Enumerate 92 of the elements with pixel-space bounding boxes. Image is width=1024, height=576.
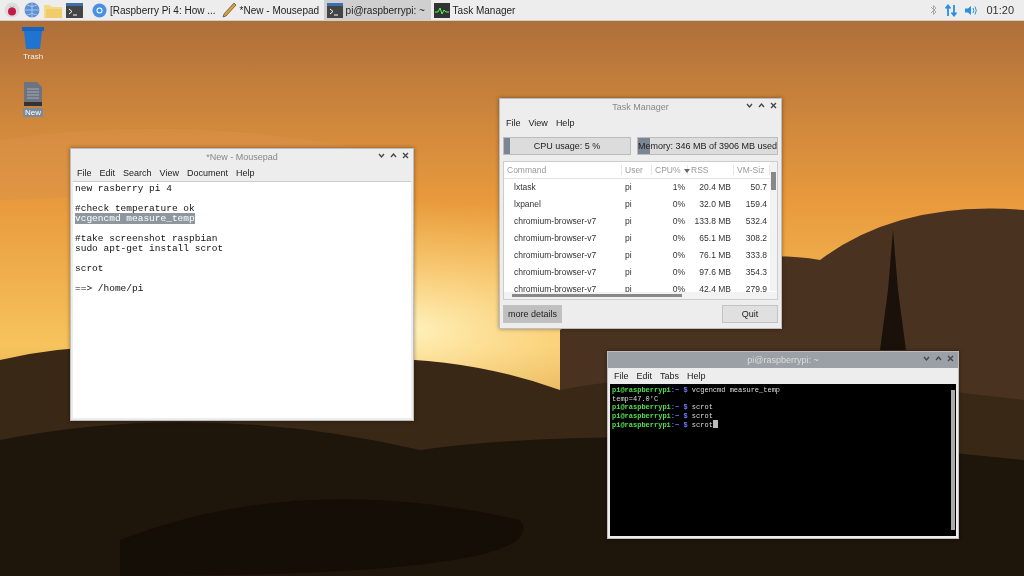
- maximize-icon[interactable]: [390, 152, 397, 159]
- table-cell-text: pi: [624, 267, 633, 278]
- menu-item[interactable]: File: [614, 371, 629, 381]
- maximize-icon[interactable]: [935, 355, 942, 362]
- window-title: Task Manager: [612, 101, 669, 112]
- taskbar-button[interactable]: pi@raspberrypi: ~: [323, 0, 431, 20]
- text-line: #check temperature ok: [75, 203, 195, 214]
- table-cell-text: pi: [624, 182, 633, 193]
- network-arrows-icon[interactable]: [945, 3, 958, 17]
- table-cell-text: 50.7: [749, 182, 768, 193]
- table-cell-text: 532.4: [744, 216, 768, 227]
- text-line: ==> /home/pi: [75, 283, 144, 294]
- table-cell-text: chromium-browser-v7: [513, 284, 598, 295]
- table-cell-text: 1%: [671, 182, 686, 193]
- desktop-icon-label[interactable]: New: [23, 108, 43, 117]
- scrollbar[interactable]: [951, 390, 955, 530]
- table-cell-text: 0%: [671, 233, 686, 244]
- table-cell-text: chromium-browser-v7: [513, 267, 598, 278]
- minimize-icon[interactable]: [923, 355, 930, 362]
- table-cell-text: 42.4 MB: [698, 284, 732, 295]
- text-line: #take screenshot raspbian: [75, 233, 218, 244]
- quit-button[interactable]: Quit: [722, 305, 778, 323]
- vertical-scrollbar[interactable]: [770, 161, 777, 291]
- table-cell-text: pi: [624, 284, 633, 295]
- minimize-icon[interactable]: [746, 102, 753, 109]
- menu-item[interactable]: File: [77, 168, 92, 178]
- table-cell-text: lxpanel: [513, 199, 542, 210]
- window-title: *New - Mousepad: [206, 152, 278, 162]
- table-cell-text: 279.9: [744, 284, 768, 295]
- text-line: scrot: [75, 263, 104, 274]
- pencil-icon: [221, 2, 237, 18]
- table-cell-text: 0%: [671, 199, 686, 210]
- volume-icon[interactable]: [965, 4, 979, 16]
- terminal-icon[interactable]: [66, 2, 83, 18]
- menu-item[interactable]: File: [506, 117, 521, 128]
- text-area[interactable]: new rasberry pi 4 #check temperature ok vcgencmd measure_temp #take screenshot raspbian sudo apt-get install scrot scrot ==> /home/pi: [73, 181, 411, 418]
- close-icon[interactable]: [770, 102, 777, 109]
- meter-label: CPU usage: 5 %: [533, 140, 601, 151]
- close-icon[interactable]: [402, 152, 409, 159]
- menu-item[interactable]: Search: [123, 168, 152, 178]
- window-title: pi@raspberrypi: ~: [747, 355, 819, 365]
- taskbar-button[interactable]: [Raspberry Pi 4: How ...: [89, 0, 219, 20]
- table-cell-text: 32.0 MB: [698, 199, 732, 210]
- table-cell-text: 0%: [671, 250, 686, 261]
- maximize-icon[interactable]: [758, 102, 765, 109]
- taskbar-button[interactable]: Task Manager: [430, 0, 531, 20]
- table-cell-text: chromium-browser-v7: [513, 250, 598, 261]
- table-cell-text: chromium-browser-v7: [513, 233, 598, 244]
- horizontal-scrollbar[interactable]: [504, 292, 777, 299]
- menu-item[interactable]: Edit: [99, 168, 116, 178]
- globe-icon[interactable]: [24, 2, 40, 18]
- close-icon[interactable]: [947, 355, 954, 362]
- bluetooth-icon[interactable]: [930, 4, 938, 16]
- table-cell-text: 159.4: [744, 199, 768, 210]
- table-cell-text: 354.3: [744, 267, 768, 278]
- table-cell-text: 65.1 MB: [698, 233, 732, 244]
- table-cell-text: pi: [624, 199, 633, 210]
- browser-icon: [92, 2, 107, 18]
- details-button[interactable]: more details: [503, 305, 563, 323]
- table-cell-text: 133.8 MB: [693, 216, 732, 227]
- menu-item[interactable]: Document: [186, 168, 228, 178]
- table-cell-text: lxtask: [513, 182, 537, 193]
- menu-item[interactable]: Help: [555, 117, 575, 128]
- table-cell-text: 97.6 MB: [698, 267, 732, 278]
- monitor-icon: [433, 2, 450, 18]
- clock[interactable]: 01:20: [986, 4, 1014, 16]
- table-cell-text: 0%: [671, 216, 686, 227]
- table-cell-text: 0%: [671, 284, 686, 295]
- terminal-icon: [326, 2, 343, 18]
- raspberry-icon[interactable]: [4, 2, 20, 18]
- table-cell-text: pi: [624, 216, 633, 227]
- table-cell-text: 20.4 MB: [698, 182, 732, 193]
- menu-item[interactable]: Help: [687, 371, 706, 381]
- menu-item[interactable]: View: [159, 168, 179, 178]
- table-cell-text: chromium-browser-v7: [513, 216, 598, 227]
- taskbar-button[interactable]: *New - Mousepad: [218, 0, 324, 20]
- text-line: sudo apt-get install scrot: [75, 243, 224, 254]
- sort-arrow-icon: [683, 168, 690, 173]
- minimize-icon[interactable]: [378, 152, 385, 159]
- table-cell-text: pi: [624, 233, 633, 244]
- menu-item[interactable]: Edit: [636, 371, 653, 381]
- file-icon[interactable]: [24, 82, 42, 106]
- menu-item[interactable]: Tabs: [660, 371, 680, 381]
- table-cell-text: pi: [624, 250, 633, 261]
- table-cell-text: 333.8: [744, 250, 768, 261]
- text-line: new rasberry pi 4: [75, 183, 172, 194]
- meter-label: Memory: 346 MB of 3906 MB used: [637, 140, 777, 151]
- menu-item[interactable]: View: [528, 117, 548, 128]
- table-cell-text: 76.1 MB: [698, 250, 732, 261]
- table-cell-text: 0%: [671, 267, 686, 278]
- menu-item[interactable]: Help: [235, 168, 255, 178]
- table-cell-text: 308.2: [744, 233, 768, 244]
